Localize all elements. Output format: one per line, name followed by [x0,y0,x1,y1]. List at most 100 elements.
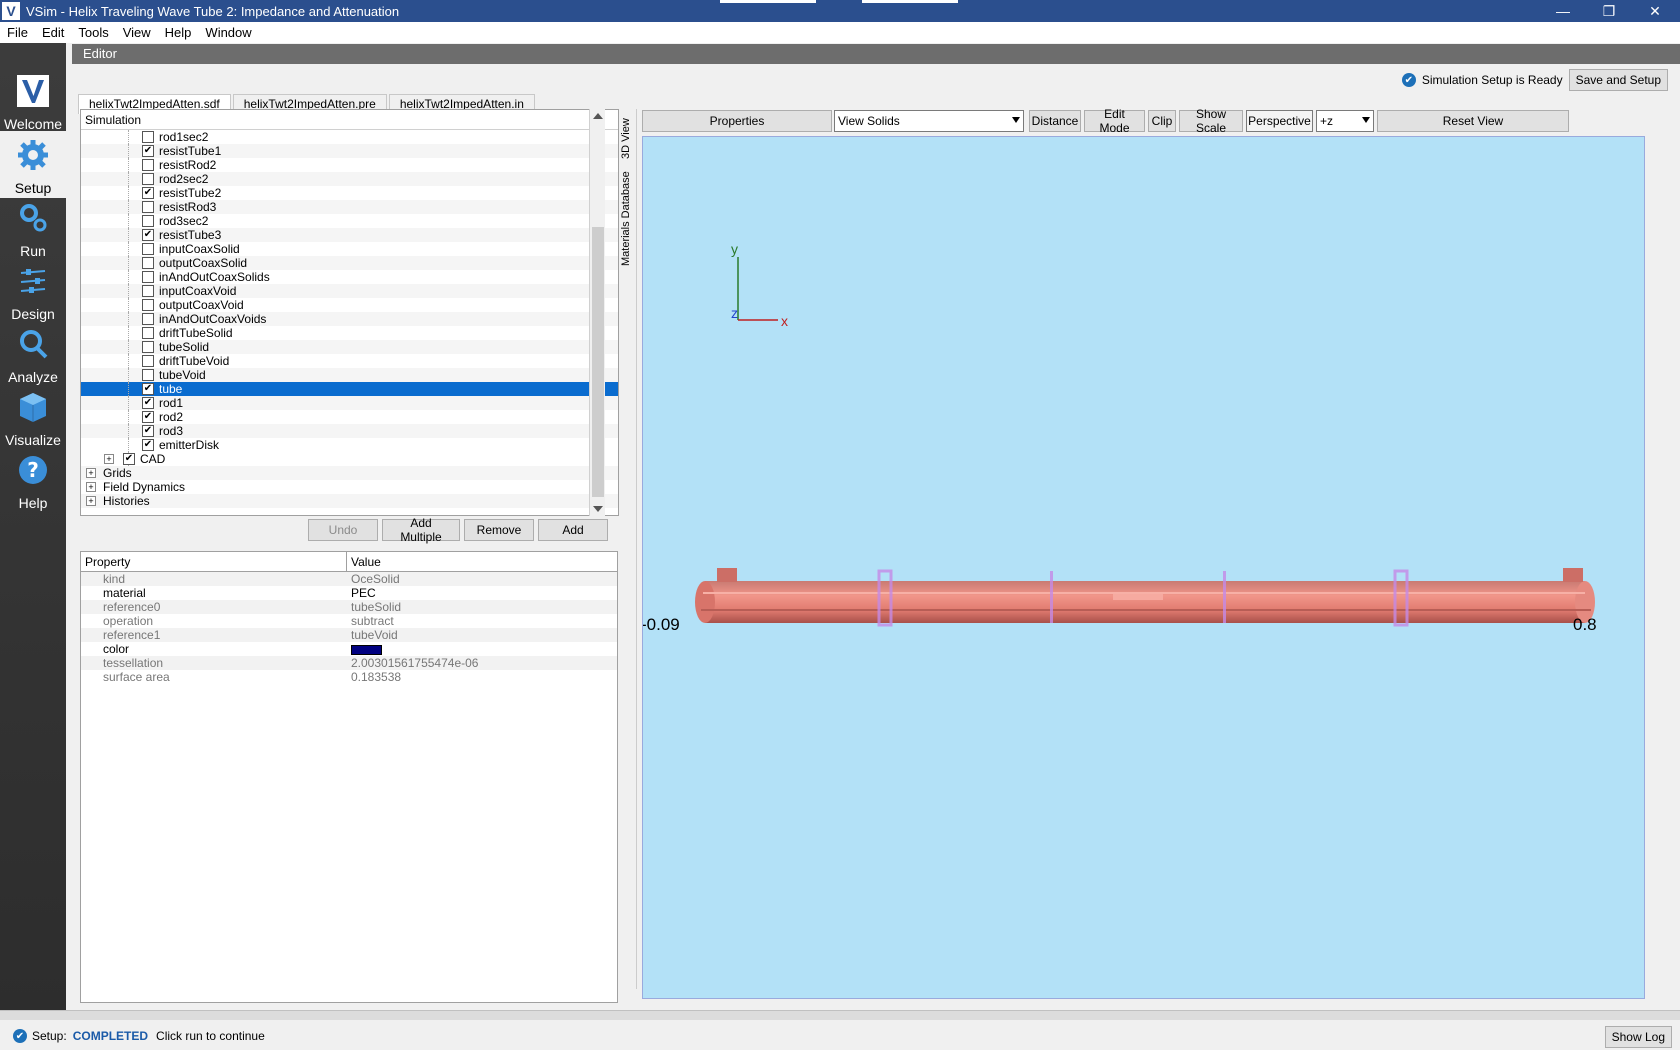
show-scale-button[interactable]: Show Scale [1179,107,1243,135]
property-value[interactable]: OceSolid [347,572,400,586]
property-row[interactable]: material PEC [81,586,617,600]
checkbox[interactable]: ✔ [142,187,154,199]
checkbox[interactable] [142,355,154,367]
nav-analyze[interactable]: Analyze [0,320,66,387]
expand-icon[interactable]: + [104,454,114,464]
nav-design[interactable]: Design [0,257,66,324]
scroll-down-icon[interactable] [593,506,603,512]
checkbox[interactable]: ✔ [142,229,154,241]
checkbox[interactable]: ✔ [123,453,135,465]
checkbox[interactable] [142,243,154,255]
expand-icon[interactable]: + [86,496,96,506]
tab-materials-database[interactable]: Materials Database [618,171,634,267]
clip-button[interactable]: Clip [1148,110,1176,132]
tree-item[interactable]: rod2sec2 [81,172,618,186]
tree-item[interactable]: tubeSolid [81,340,618,354]
property-row[interactable]: reference0 tubeSolid [81,600,617,614]
property-value[interactable]: subtract [347,614,394,628]
property-row[interactable]: kind OceSolid [81,572,617,586]
reset-view-button[interactable]: Reset View [1377,110,1569,132]
nav-welcome[interactable]: Welcome [0,67,66,134]
menu-edit[interactable]: Edit [35,25,71,40]
restore-button[interactable]: ❐ [1586,0,1632,22]
show-log-button[interactable]: Show Log [1604,1026,1672,1048]
tree-item-histories[interactable]: + Histories [81,494,618,508]
property-row[interactable]: tessellation 2.00301561755474e-06 [81,656,617,670]
properties-button[interactable]: Properties [642,110,832,132]
perspective-button[interactable]: Perspective [1246,110,1313,132]
menu-view[interactable]: View [116,25,158,40]
tree-item[interactable]: inAndOutCoaxSolids [81,270,618,284]
expand-icon[interactable]: + [86,468,96,478]
add-button[interactable]: Add [538,519,608,541]
tree-item[interactable]: ✔ rod3 [81,424,618,438]
save-and-setup-button[interactable]: Save and Setup [1568,69,1668,91]
tree-item[interactable]: ✔ rod1 [81,396,618,410]
property-row[interactable]: surface area 0.183538 [81,670,617,684]
property-value[interactable]: PEC [347,586,376,600]
checkbox[interactable]: ✔ [142,397,154,409]
checkbox[interactable] [142,369,154,381]
checkbox[interactable]: ✔ [142,439,154,451]
scroll-up-icon[interactable] [593,113,603,119]
property-row[interactable]: reference1 tubeVoid [81,628,617,642]
checkbox[interactable] [142,285,154,297]
tree-item[interactable]: outputCoaxSolid [81,256,618,270]
property-value[interactable]: tubeSolid [347,600,401,614]
tree-item[interactable]: tubeVoid [81,368,618,382]
property-row[interactable]: operation subtract [81,614,617,628]
3d-viewport[interactable]: y z x -0.09 0.8 [642,136,1645,999]
checkbox[interactable] [142,215,154,227]
tree-item[interactable]: rod3sec2 [81,214,618,228]
checkbox[interactable] [142,271,154,283]
expand-icon[interactable]: + [86,482,96,492]
add-multiple-button[interactable]: Add Multiple [382,516,460,544]
scrollbar-thumb[interactable] [592,227,604,497]
menu-help[interactable]: Help [158,25,199,40]
tree-item[interactable]: inputCoaxSolid [81,242,618,256]
property-value[interactable]: tubeVoid [347,628,398,642]
checkbox[interactable] [142,341,154,353]
tree-item[interactable]: outputCoaxVoid [81,298,618,312]
checkbox[interactable] [142,313,154,325]
checkbox[interactable]: ✔ [142,145,154,157]
horizontal-scrollbar[interactable] [0,1010,1680,1020]
tree-item[interactable]: resistRod3 [81,200,618,214]
tree-item-field-dynamics[interactable]: + Field Dynamics [81,480,618,494]
menu-file[interactable]: File [0,25,35,40]
minimize-button[interactable]: — [1540,0,1586,22]
tree-item[interactable]: ✔ tube [81,382,618,396]
checkbox[interactable] [142,257,154,269]
undo-button[interactable]: Undo [308,519,378,541]
view-mode-select[interactable]: View Solids [834,110,1024,132]
tab-3d-view[interactable]: 3D View [618,117,634,161]
tree-item[interactable]: ✔ resistTube2 [81,186,618,200]
tree-scrollbar[interactable] [589,109,605,516]
checkbox[interactable] [142,201,154,213]
checkbox[interactable] [142,299,154,311]
nav-help[interactable]: ? Help [0,446,66,513]
checkbox[interactable]: ✔ [142,411,154,423]
tree-item[interactable]: rod1sec2 [81,130,618,144]
checkbox[interactable]: ✔ [142,383,154,395]
nav-visualize[interactable]: Visualize [0,383,66,450]
tree-item[interactable]: resistRod2 [81,158,618,172]
tree-item[interactable]: inAndOutCoaxVoids [81,312,618,326]
checkbox[interactable] [142,327,154,339]
color-swatch[interactable] [351,644,382,655]
nav-setup[interactable]: Setup [0,131,66,198]
menu-window[interactable]: Window [198,25,258,40]
tree-item[interactable]: driftTubeVoid [81,354,618,368]
distance-button[interactable]: Distance [1029,110,1081,132]
checkbox[interactable]: ✔ [142,425,154,437]
nav-run[interactable]: Run [0,194,66,261]
scene-canvas[interactable] [643,137,1645,999]
edit-mode-button[interactable]: Edit Mode [1084,107,1145,135]
property-row[interactable]: color [81,642,617,656]
checkbox[interactable] [142,173,154,185]
simulation-tree[interactable]: Simulation rod1sec2 ✔ resistTube1 resistRod… [80,109,619,516]
tree-item-grids[interactable]: + Grids [81,466,618,480]
tree-item[interactable]: ✔ rod2 [81,410,618,424]
tree-item[interactable]: driftTubeSolid [81,326,618,340]
menu-tools[interactable]: Tools [71,25,115,40]
